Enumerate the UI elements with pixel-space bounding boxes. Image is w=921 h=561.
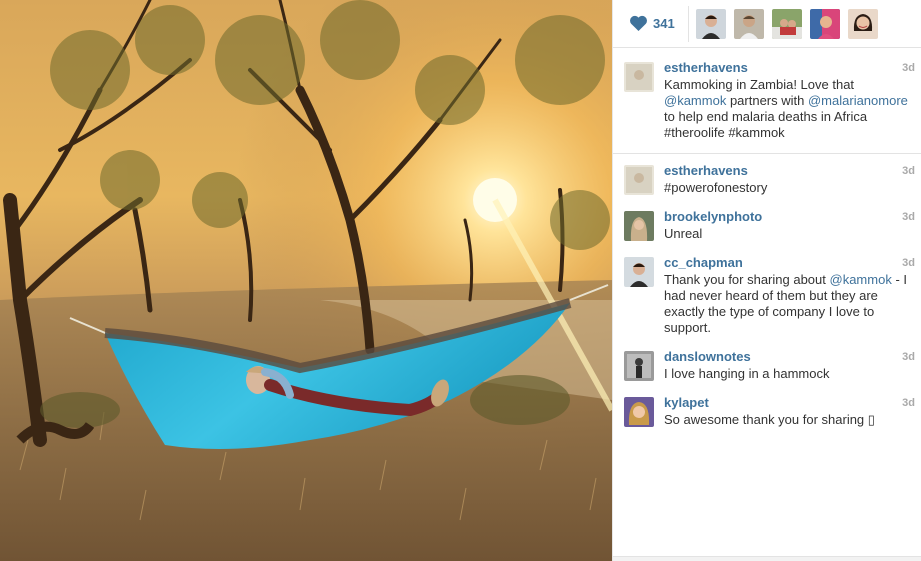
- avatar[interactable]: [624, 62, 654, 92]
- comment-username[interactable]: cc_chapman: [664, 255, 743, 271]
- avatar[interactable]: [624, 211, 654, 241]
- comment-text: Thank you for sharing about @kammok - I …: [664, 272, 907, 335]
- comment-text: Kammoking in Zambia! Love that @kammok p…: [664, 77, 908, 140]
- heart-icon[interactable]: [629, 15, 648, 32]
- comment-text: So awesome thank you for sharing ▯: [664, 412, 875, 427]
- liker-avatar[interactable]: [848, 9, 878, 39]
- liker-avatar[interactable]: [696, 9, 726, 39]
- comment-username[interactable]: danslownotes: [664, 349, 751, 365]
- comment-username[interactable]: brookelynphoto: [664, 209, 762, 225]
- hammock-scene-illustration: [0, 0, 612, 561]
- mention-link[interactable]: @malarianomore: [808, 93, 908, 108]
- caption-divider: [613, 153, 921, 154]
- avatar[interactable]: [624, 397, 654, 427]
- comment-username[interactable]: estherhavens: [664, 163, 748, 179]
- mention-link[interactable]: @kammok: [664, 93, 726, 108]
- liker-avatar[interactable]: [810, 9, 840, 39]
- comments-panel: 341 estherhavens 3d Kammoking in Zambia!…: [612, 0, 921, 561]
- comment-timestamp: 3d: [902, 257, 915, 269]
- liker-avatar[interactable]: [772, 9, 802, 39]
- post-photo[interactable]: [0, 0, 612, 561]
- comment-timestamp: 3d: [902, 165, 915, 177]
- liker-avatar[interactable]: [734, 9, 764, 39]
- comment-timestamp: 3d: [902, 211, 915, 223]
- comment-timestamp: 3d: [902, 62, 915, 74]
- comment-timestamp: 3d: [902, 397, 915, 409]
- avatar[interactable]: [624, 257, 654, 287]
- comment-timestamp: 3d: [902, 351, 915, 363]
- like-count[interactable]: 341: [653, 16, 675, 31]
- panel-bottom-edge: [613, 556, 921, 561]
- comment-username[interactable]: estherhavens: [664, 60, 748, 76]
- avatar[interactable]: [624, 165, 654, 195]
- comment-username[interactable]: kylapet: [664, 395, 709, 411]
- comment-text: I love hanging in a hammock: [664, 366, 830, 381]
- likes-bar: 341: [613, 0, 921, 48]
- comment-text: Unreal: [664, 226, 703, 241]
- avatar[interactable]: [624, 351, 654, 381]
- likes-divider: [688, 6, 689, 42]
- mention-link[interactable]: @kammok: [830, 272, 892, 287]
- comment-text: #powerofonestory: [664, 180, 768, 195]
